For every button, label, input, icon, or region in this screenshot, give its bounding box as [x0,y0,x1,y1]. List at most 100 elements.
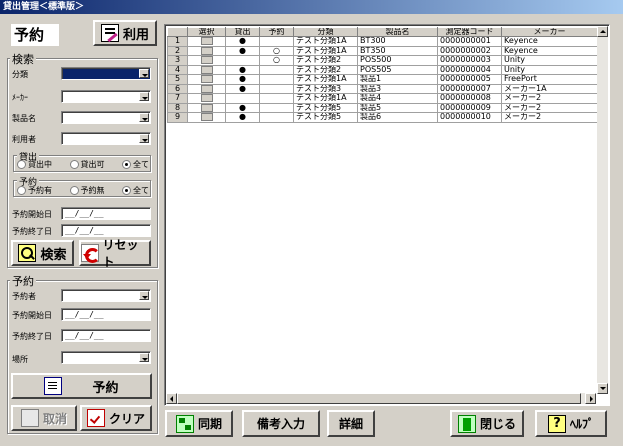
lending-radio-available[interactable]: 貸出可 [69,159,105,170]
chevron-down-icon[interactable] [139,134,149,143]
note-input-button[interactable]: 備考入力 [242,410,320,437]
column-header[interactable]: 貸出 [225,27,260,37]
reserver-select[interactable] [61,289,151,302]
table-row[interactable]: 7 テスト分類1A 製品4 0000000008 メーカー2 [167,93,598,104]
select-cell[interactable] [187,112,226,123]
column-header[interactable]: 分類 [293,27,358,37]
scroll-left-icon[interactable] [166,393,177,404]
row-number[interactable]: 8 [167,102,188,113]
reserve-group-label: 予約 [10,273,36,289]
select-checkbox[interactable] [200,75,213,83]
reserve-end-date-input[interactable]: __/__/__ [61,329,151,342]
chevron-down-icon[interactable] [139,69,149,78]
reserve-start-date-input[interactable]: __/__/__ [61,308,151,321]
column-header[interactable]: 選択 [187,27,226,37]
window-title: 貸出管理＜標準版＞ [0,0,623,14]
table-row[interactable]: 2 ● ○ テスト分類1A BT350 0000000002 Keyence [167,45,598,56]
select-cell[interactable] [187,83,226,94]
chevron-down-icon[interactable] [139,92,149,101]
sync-button[interactable]: 同期 [165,410,233,437]
select-checkbox[interactable] [200,84,213,93]
product-cell: 製品4 [357,93,438,104]
row-number[interactable]: 3 [167,55,188,66]
select-cell[interactable] [187,102,226,113]
table-row[interactable]: 6 ● テスト分類3 製品3 0000000007 メーカー1A [167,83,598,94]
chevron-down-icon[interactable] [139,291,149,300]
category-cell: テスト分類1A [293,45,358,56]
search-start-date-input[interactable]: __/__/__ [61,207,151,220]
select-cell[interactable] [187,36,226,47]
product-select[interactable] [61,111,151,124]
code-cell: 0000000003 [437,55,502,66]
help-button[interactable]: ? ﾍﾙﾌﾟ [535,410,607,437]
maker-select[interactable] [61,90,151,103]
product-cell: POS505 [357,64,438,75]
table-row[interactable]: 4 ● テスト分類2 POS505 0000000004 Unity [167,64,598,75]
scroll-down-icon[interactable] [597,383,608,394]
horizontal-scrollbar[interactable] [166,393,596,404]
lent-cell: ● [225,45,260,56]
use-button[interactable]: 利用 [93,20,157,46]
lending-radio-all[interactable]: 全て [122,159,149,170]
row-number[interactable]: 4 [167,64,188,75]
select-cell[interactable] [187,74,226,85]
lent-cell: ● [225,102,260,113]
select-cell[interactable] [187,64,226,75]
close-button[interactable]: 閉じる [450,410,524,437]
column-header[interactable]: 予約 [259,27,294,37]
select-checkbox[interactable] [200,103,213,112]
category-select[interactable] [61,67,151,80]
row-number[interactable]: 5 [167,74,188,85]
table-row[interactable]: 8 ● テスト分類5 製品5 0000000009 メーカー2 [167,102,598,113]
select-checkbox[interactable] [200,94,213,102]
reservation-radio-all[interactable]: 全て [122,185,149,196]
column-header[interactable]: 測定器コード [437,27,502,37]
equipment-grid[interactable]: 選択 貸出 予約 分類 製品名 測定器コード メーカー 1 ● テスト分類1A BT3… [164,24,610,406]
chevron-down-icon[interactable] [139,113,149,122]
clear-button[interactable]: クリア [80,405,152,431]
table-row[interactable]: 5 ● テスト分類1A 製品1 0000000005 FreePort [167,74,598,85]
detail-button[interactable]: 詳細 [327,410,375,437]
select-checkbox[interactable] [200,113,213,121]
select-cell[interactable] [187,55,226,66]
table-row[interactable]: 3 ○ テスト分類2 POS500 0000000003 Unity [167,55,598,66]
maker-cell: Unity [501,55,598,66]
note-input-button-label: 備考入力 [256,417,305,431]
scroll-up-icon[interactable] [597,26,608,37]
reservation-radio-no[interactable]: 予約無 [69,185,105,196]
row-number[interactable]: 2 [167,45,188,56]
cancel-button[interactable]: 取消 [11,405,77,431]
product-cell: 製品5 [357,102,438,113]
scroll-thumb[interactable] [177,393,581,404]
row-number[interactable]: 9 [167,112,188,123]
search-button[interactable]: 検索 [11,240,74,266]
select-checkbox[interactable] [200,65,213,74]
select-checkbox[interactable] [200,37,213,45]
lending-radio-out[interactable]: 貸出中 [17,159,52,170]
row-number[interactable]: 7 [167,93,188,104]
select-cell[interactable] [187,93,226,104]
vertical-scrollbar[interactable] [597,26,608,394]
select-checkbox[interactable] [200,46,213,55]
column-header[interactable]: 製品名 [357,27,438,37]
reservation-radio-yes[interactable]: 予約有 [17,185,52,196]
user-select[interactable] [61,132,151,145]
select-checkbox[interactable] [200,56,213,64]
table-row[interactable]: 9 ● テスト分類5 製品6 0000000010 メーカー2 [167,112,598,123]
row-number[interactable]: 6 [167,83,188,94]
chevron-down-icon[interactable] [139,353,149,362]
maker-cell: FreePort [501,74,598,85]
grid-corner [167,27,188,37]
radio-selected-icon [122,186,131,195]
reserve-button[interactable]: 予約 [11,373,152,399]
lent-cell [225,55,260,66]
scroll-right-icon[interactable] [585,393,596,404]
maker-cell: メーカー2 [501,102,598,113]
select-cell[interactable] [187,45,226,56]
sync-icon [175,414,194,433]
table-row[interactable]: 1 ● テスト分類1A BT300 0000000001 Keyence [167,36,598,47]
column-header[interactable]: メーカー [501,27,598,37]
row-number[interactable]: 1 [167,36,188,47]
place-select[interactable] [61,351,151,364]
reset-button[interactable]: リセット [79,238,151,269]
